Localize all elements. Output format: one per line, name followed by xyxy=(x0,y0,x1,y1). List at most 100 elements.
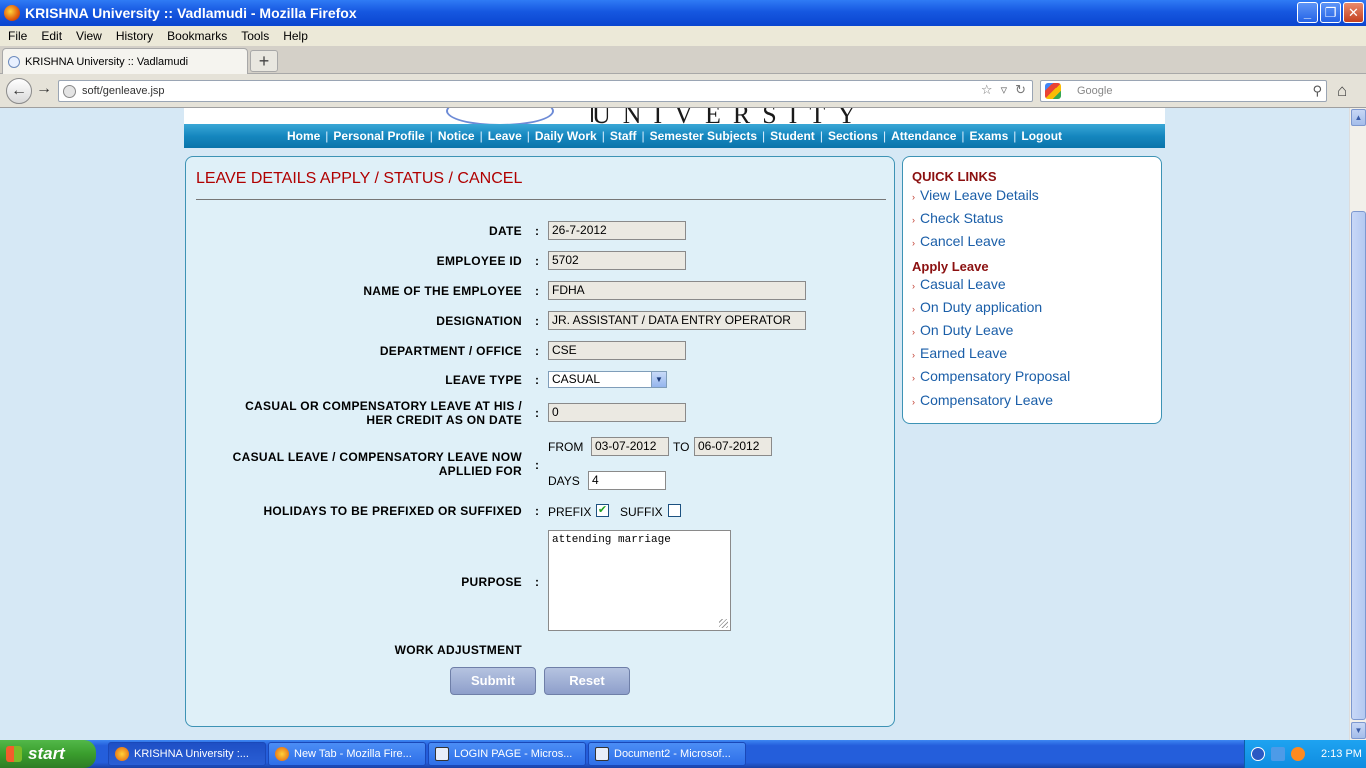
link-casual-leave[interactable]: › Casual Leave xyxy=(912,276,1006,292)
link-compensatory-proposal[interactable]: › Compensatory Proposal xyxy=(912,368,1070,384)
bookmark-star-icon[interactable]: ☆ xyxy=(981,82,993,98)
menu-bookmarks[interactable]: Bookmarks xyxy=(161,29,235,43)
leave-form-panel: LEAVE DETAILS APPLY / STATUS / CANCEL DA… xyxy=(185,156,895,727)
task-label: Document2 - Microsof... xyxy=(614,748,731,760)
resize-grip-icon[interactable] xyxy=(719,619,728,628)
task-firefox-newtab[interactable]: New Tab - Mozilla Fire... xyxy=(268,742,426,766)
prefix-checkbox[interactable]: ✔ xyxy=(596,504,609,517)
scroll-down-icon[interactable]: ▼ xyxy=(1351,722,1366,739)
employee-name-label: NAME OF THE EMPLOYEE xyxy=(363,284,522,298)
navigation-toolbar: ← → soft/genleave.jsp ☆ ▿ ↻ Google ⚲ ⌂ xyxy=(0,74,1366,108)
colon: : xyxy=(535,254,539,268)
nav-notice[interactable]: Notice xyxy=(433,129,480,143)
new-tab-button[interactable]: + xyxy=(250,50,278,72)
employee-name-field[interactable]: FDHA xyxy=(548,281,806,300)
page-title: LEAVE DETAILS APPLY / STATUS / CANCEL xyxy=(196,170,523,187)
nav-staff[interactable]: Staff xyxy=(605,129,642,143)
purpose-textarea[interactable]: attending marriage xyxy=(548,530,731,631)
network-icon[interactable] xyxy=(1271,747,1285,761)
date-field[interactable]: 26-7-2012 xyxy=(548,221,686,240)
colon: : xyxy=(535,344,539,358)
suffix-checkbox[interactable] xyxy=(668,504,681,517)
menu-edit[interactable]: Edit xyxy=(35,29,70,43)
tray-collapse-icon[interactable] xyxy=(1251,747,1265,761)
department-field[interactable]: CSE xyxy=(548,341,686,360)
nav-home[interactable]: Home xyxy=(282,129,325,143)
quick-links-heading: QUICK LINKS xyxy=(912,169,997,184)
bullet-icon: › xyxy=(912,304,915,314)
history-dropdown-icon[interactable]: ▿ xyxy=(1001,82,1008,98)
tray-app-icon[interactable] xyxy=(1291,747,1305,761)
chevron-down-icon[interactable]: ▼ xyxy=(651,372,666,387)
home-icon[interactable]: ⌂ xyxy=(1337,81,1347,101)
holidays-label: HOLIDAYS TO BE PREFIXED OR SUFFIXED xyxy=(263,504,522,518)
menu-view[interactable]: View xyxy=(70,29,110,43)
nav-personal-profile[interactable]: Personal Profile xyxy=(328,129,429,143)
link-cancel-leave[interactable]: › Cancel Leave xyxy=(912,233,1006,249)
nav-semester-subjects[interactable]: Semester Subjects xyxy=(645,129,762,143)
back-button[interactable]: ← xyxy=(6,78,32,104)
leave-type-select[interactable]: CASUAL ▼ xyxy=(548,371,667,388)
designation-field[interactable]: JR. ASSISTANT / DATA ENTRY OPERATOR xyxy=(548,311,806,330)
task-login-page[interactable]: LOGIN PAGE - Micros... xyxy=(428,742,586,766)
nav-leave[interactable]: Leave xyxy=(483,129,527,143)
leave-type-label: LEAVE TYPE xyxy=(445,373,522,387)
menu-help[interactable]: Help xyxy=(277,29,316,43)
menu-tools[interactable]: Tools xyxy=(235,29,277,43)
start-button[interactable]: start xyxy=(0,740,96,768)
reload-icon[interactable]: ↻ xyxy=(1015,82,1026,98)
document-icon xyxy=(595,747,609,761)
days-field[interactable]: 4 xyxy=(588,471,666,490)
nav-attendance[interactable]: Attendance xyxy=(886,129,961,143)
close-icon[interactable]: ✕ xyxy=(1343,2,1364,23)
google-icon[interactable] xyxy=(1045,83,1061,99)
scroll-thumb[interactable] xyxy=(1351,211,1366,720)
restore-icon[interactable]: ❐ xyxy=(1320,2,1341,23)
nav-daily-work[interactable]: Daily Work xyxy=(530,129,602,143)
link-view-leave-details[interactable]: › View Leave Details xyxy=(912,187,1039,203)
task-label: LOGIN PAGE - Micros... xyxy=(454,748,573,760)
menu-file[interactable]: File xyxy=(2,29,35,43)
link-on-duty-application[interactable]: › On Duty application xyxy=(912,299,1042,315)
scroll-up-icon[interactable]: ▲ xyxy=(1351,109,1366,126)
windows-taskbar: start KRISHNA University :... New Tab - … xyxy=(0,740,1366,768)
task-firefox-krishna[interactable]: KRISHNA University :... xyxy=(108,742,266,766)
address-bar[interactable]: soft/genleave.jsp ☆ ▿ ↻ xyxy=(58,80,1033,102)
nav-sections[interactable]: Sections xyxy=(823,129,883,143)
to-date-field[interactable]: 06-07-2012 xyxy=(694,437,772,456)
minimize-icon[interactable]: _ xyxy=(1297,2,1318,23)
nav-exams[interactable]: Exams xyxy=(965,129,1014,143)
employee-id-field[interactable]: 5702 xyxy=(548,251,686,270)
link-compensatory-leave[interactable]: › Compensatory Leave xyxy=(912,392,1053,408)
address-url: soft/genleave.jsp xyxy=(82,85,165,97)
nav-logout[interactable]: Logout xyxy=(1016,129,1067,143)
quick-links-panel: QUICK LINKS › View Leave Details › Check S… xyxy=(902,156,1162,424)
menu-history[interactable]: History xyxy=(110,29,161,43)
link-earned-leave[interactable]: › Earned Leave xyxy=(912,345,1007,361)
applied-label: CASUAL LEAVE / COMPENSATORY LEAVE NOW AP… xyxy=(233,450,522,478)
search-box[interactable]: Google ⚲ xyxy=(1040,80,1327,102)
nav-student[interactable]: Student xyxy=(765,129,820,143)
firefox-icon xyxy=(115,747,129,761)
document-icon xyxy=(435,747,449,761)
designation-label: DESIGNATION xyxy=(436,314,522,328)
colon: : xyxy=(535,373,539,387)
reset-button[interactable]: Reset xyxy=(544,667,630,695)
system-tray: 2:13 PM xyxy=(1244,740,1366,768)
from-date-field[interactable]: 03-07-2012 xyxy=(591,437,669,456)
forward-button[interactable]: → xyxy=(36,80,52,98)
banner-university-text: UNIVERSITY xyxy=(592,108,868,124)
from-label: FROM xyxy=(548,440,584,454)
link-on-duty-leave[interactable]: › On Duty Leave xyxy=(912,322,1013,338)
leave-type-value: CASUAL xyxy=(552,372,601,386)
submit-button[interactable]: Submit xyxy=(450,667,536,695)
task-document2[interactable]: Document2 - Microsof... xyxy=(588,742,746,766)
search-magnifier-icon[interactable]: ⚲ xyxy=(1312,83,1322,99)
browser-tab[interactable]: KRISHNA University :: Vadlamudi xyxy=(2,48,248,74)
vertical-scrollbar[interactable]: ▲ ▼ xyxy=(1349,108,1366,740)
link-check-status[interactable]: › Check Status xyxy=(912,210,1003,226)
date-label: DATE xyxy=(489,224,522,238)
title-divider xyxy=(196,199,886,200)
leave-credit-field[interactable]: 0 xyxy=(548,403,686,422)
prefix-label: PREFIX xyxy=(548,505,592,519)
